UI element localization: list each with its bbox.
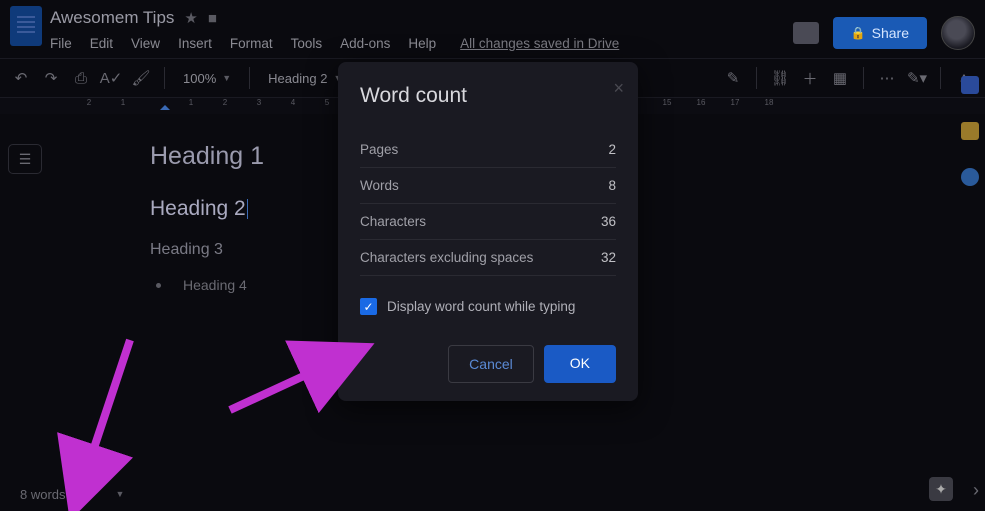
status-bar: 8 words ▼ <box>0 477 985 511</box>
heading-2[interactable]: Heading 2 <box>150 197 264 221</box>
stat-characters-no-spaces: Characters excluding spaces 32 <box>360 240 616 276</box>
explore-button[interactable]: ✦ <box>929 477 953 501</box>
side-panel <box>955 60 985 186</box>
lock-icon: 🔒 <box>851 26 866 40</box>
user-avatar[interactable] <box>941 16 975 50</box>
indent-marker-icon[interactable] <box>160 100 170 110</box>
heading-4: Heading 4 <box>183 277 247 293</box>
menu-insert[interactable]: Insert <box>178 36 212 51</box>
display-while-typing-option[interactable]: ✓ Display word count while typing <box>360 276 616 329</box>
keep-icon[interactable] <box>961 122 979 140</box>
link-icon[interactable]: ⛓ <box>769 67 791 89</box>
star-icon[interactable]: ★ <box>184 9 197 27</box>
spellcheck-icon[interactable]: A✓ <box>100 67 122 89</box>
menu-help[interactable]: Help <box>408 36 436 51</box>
heading-1[interactable]: Heading 1 <box>150 142 264 171</box>
dialog-title: Word count <box>360 84 616 108</box>
highlight-icon[interactable]: ✎ <box>722 67 744 89</box>
zoom-select[interactable]: 100% ▼ <box>177 71 237 86</box>
paint-format-icon[interactable]: 🖌 <box>130 67 152 89</box>
outline-toggle-icon[interactable]: ☰ <box>8 144 42 174</box>
folder-icon[interactable]: ■ <box>208 10 217 27</box>
bullet-icon <box>156 283 161 288</box>
heading-3[interactable]: Heading 3 <box>150 241 264 259</box>
style-value: Heading 2 <box>268 71 327 86</box>
menu-format[interactable]: Format <box>230 36 273 51</box>
menu-addons[interactable]: Add-ons <box>340 36 390 51</box>
menu-bar: File Edit View Insert Format Tools Add-o… <box>50 30 793 51</box>
edit-mode-icon[interactable]: ✎▾ <box>906 67 928 89</box>
share-label: Share <box>872 25 909 41</box>
style-select[interactable]: Heading 2 ▼ <box>262 71 348 86</box>
docs-logo-icon[interactable] <box>10 6 42 46</box>
word-count-label: 8 words <box>20 487 66 502</box>
calendar-icon[interactable] <box>961 76 979 94</box>
comment-icon[interactable]: ＋ <box>799 67 821 89</box>
chevron-down-icon: ▼ <box>116 489 125 499</box>
separator <box>249 67 250 89</box>
stat-characters: Characters 36 <box>360 204 616 240</box>
word-count-status[interactable]: 8 words ▼ <box>20 487 124 502</box>
tasks-icon[interactable] <box>961 168 979 186</box>
comment-history-icon[interactable] <box>793 22 819 44</box>
word-count-dialog: × Word count Pages 2 Words 8 Characters … <box>338 62 638 401</box>
image-icon[interactable]: ▦ <box>829 67 851 89</box>
menu-tools[interactable]: Tools <box>291 36 323 51</box>
menu-edit[interactable]: Edit <box>90 36 113 51</box>
menu-view[interactable]: View <box>131 36 160 51</box>
text-cursor <box>247 199 248 219</box>
redo-icon[interactable]: ↷ <box>40 67 62 89</box>
menu-file[interactable]: File <box>50 36 72 51</box>
separator <box>863 67 864 89</box>
undo-icon[interactable]: ↶ <box>10 67 32 89</box>
ok-button[interactable]: OK <box>544 345 616 383</box>
document-title[interactable]: Awesomem Tips <box>50 8 174 28</box>
zoom-value: 100% <box>183 71 216 86</box>
sidepanel-toggle-icon[interactable]: › <box>973 480 979 501</box>
separator <box>756 67 757 89</box>
stat-pages: Pages 2 <box>360 132 616 168</box>
heading-4-row[interactable]: Heading 4 <box>150 277 264 293</box>
separator <box>164 67 165 89</box>
print-icon[interactable]: ⎙ <box>70 67 92 89</box>
app-header: Awesomem Tips ★ ■ File Edit View Insert … <box>0 0 985 58</box>
share-button[interactable]: 🔒 Share <box>833 17 927 49</box>
cancel-button[interactable]: Cancel <box>448 345 534 383</box>
save-status[interactable]: All changes saved in Drive <box>460 36 619 51</box>
close-icon[interactable]: × <box>613 78 624 99</box>
document-page[interactable]: Heading 1 Heading 2 Heading 3 Heading 4 <box>50 114 264 477</box>
checkbox-checked-icon[interactable]: ✓ <box>360 298 377 315</box>
stat-words: Words 8 <box>360 168 616 204</box>
more-icon[interactable]: ⋯ <box>876 67 898 89</box>
chevron-down-icon: ▼ <box>222 73 231 83</box>
separator <box>940 67 941 89</box>
checkbox-label: Display word count while typing <box>387 299 575 314</box>
